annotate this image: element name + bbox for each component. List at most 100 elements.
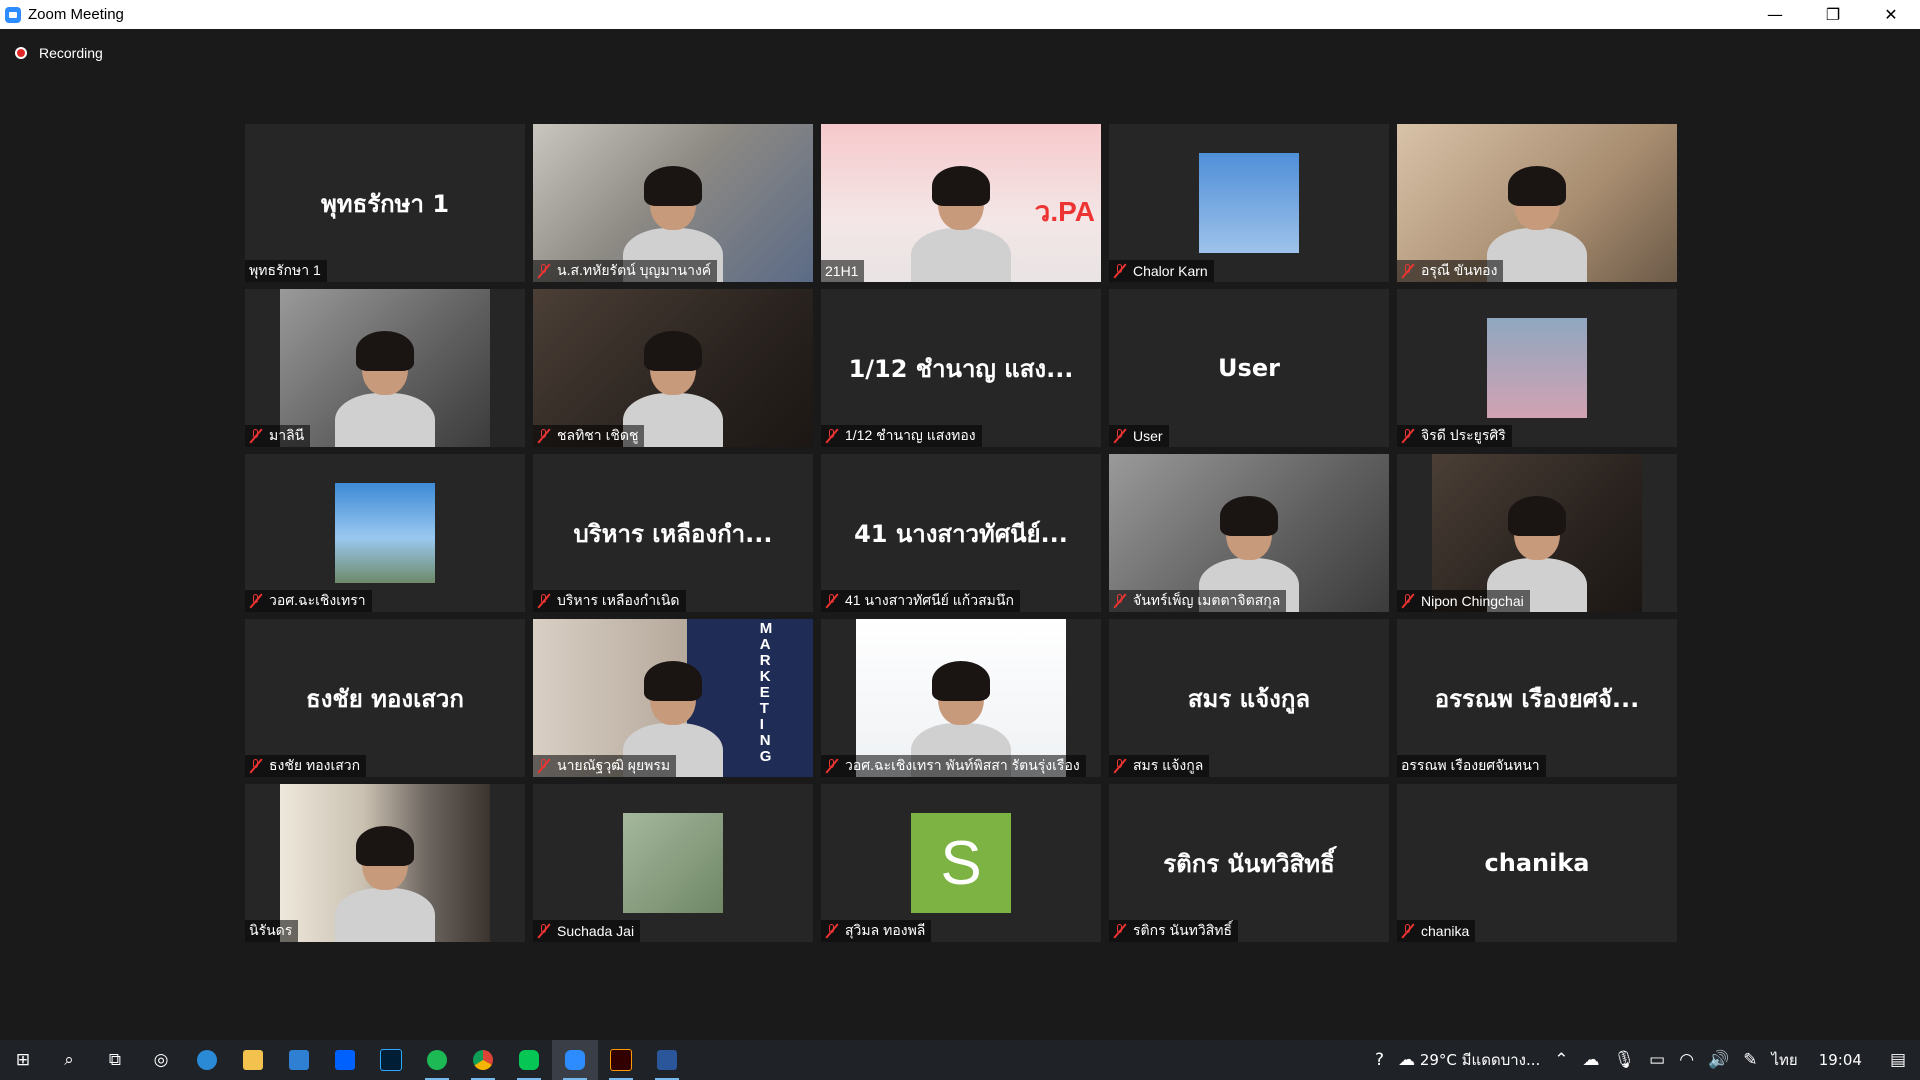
mic-muted-icon — [537, 593, 551, 609]
participant-display-name: 1/12 ชำนาญ แสง... — [848, 354, 1074, 383]
participant-tile[interactable]: มาลินี — [245, 289, 525, 447]
spotify-icon[interactable] — [414, 1040, 460, 1080]
participant-tile[interactable]: chanika chanika — [1397, 784, 1677, 942]
onedrive-icon[interactable]: ☁ — [1576, 1050, 1607, 1070]
participant-tile[interactable]: จันทร์เพ็ญ เมตตาจิตสกุล — [1109, 454, 1389, 612]
participant-name-label: chanika — [1397, 920, 1476, 942]
photoshop-icon[interactable] — [368, 1040, 414, 1080]
cortana-icon[interactable]: ◎ — [138, 1040, 184, 1080]
window-title: Zoom Meeting — [28, 6, 124, 23]
restore-button[interactable]: ❐ — [1804, 0, 1862, 29]
illustrator-icon[interactable] — [598, 1040, 644, 1080]
participant-name: 21H1 — [825, 263, 859, 279]
recording-indicator[interactable]: Recording — [15, 45, 103, 61]
participant-name: พุทธรักษา 1 — [249, 262, 321, 278]
video-feed: M A R K E T I N G — [533, 619, 813, 777]
chevron-up-icon[interactable]: ⌃ — [1547, 1050, 1575, 1070]
clock[interactable]: 19:04 — [1805, 1051, 1876, 1069]
participant-name-label: พุทธรักษา 1 — [245, 260, 327, 282]
mail-icon[interactable] — [276, 1040, 322, 1080]
participant-name-label: 41 นางสาวทัศนีย์ แก้วสมนึก — [821, 590, 1020, 612]
participant-tile[interactable]: ว.PA 21H1 — [821, 124, 1101, 282]
task-view-icon[interactable]: ⧉ — [92, 1040, 138, 1080]
participant-display-name: รติกร นันทวิสิทธิ์ — [1163, 849, 1335, 878]
wifi-icon[interactable]: ◠ — [1672, 1050, 1701, 1070]
participant-tile[interactable]: สมร แจ้งกูล สมร แจ้งกูล — [1109, 619, 1389, 777]
participant-tile[interactable]: M A R K E T I N G นายณัฐวุฒิ ผุยพรม — [533, 619, 813, 777]
window-controls: — ❐ ✕ — [1746, 0, 1920, 29]
file-explorer-icon[interactable] — [230, 1040, 276, 1080]
notification-icon[interactable]: ▤ — [1876, 1050, 1920, 1070]
mic-muted-icon — [825, 593, 839, 609]
word-icon[interactable] — [644, 1040, 690, 1080]
participant-tile[interactable]: User User — [1109, 289, 1389, 447]
help-icon[interactable]: ? — [1368, 1050, 1391, 1070]
participant-name-label: Chalor Karn — [1109, 260, 1214, 282]
participant-tile[interactable]: จิรดี ประยูรศิริ — [1397, 289, 1677, 447]
gallery-view: พุทธรักษา 1 พุทธรักษา 1 น.ส.ทหัยรัตน์ บุญม… — [245, 124, 1677, 944]
participant-name-label: วอศ.ฉะเชิงเทรา พันท์พิสสา รัตนรุ่งเรือง — [821, 755, 1086, 777]
search-icon[interactable]: ⌕ — [46, 1040, 92, 1080]
pen-icon[interactable]: ✎ — [1736, 1050, 1764, 1070]
participant-tile[interactable]: Chalor Karn — [1109, 124, 1389, 282]
participant-name: น.ส.ทหัยรัตน์ บุญมานางค์ — [557, 262, 712, 278]
participant-name-label: สมร แจ้งกูล — [1109, 755, 1210, 777]
participant-name: Chalor Karn — [1133, 263, 1208, 279]
profile-picture — [335, 483, 435, 583]
participant-display-name: chanika — [1484, 849, 1590, 877]
volume-icon[interactable]: 🔊 — [1701, 1050, 1736, 1070]
participant-name-label: Suchada Jai — [533, 920, 641, 942]
windows-start-icon[interactable]: ⊞ — [0, 1040, 46, 1080]
video-feed — [1109, 454, 1389, 612]
participant-tile[interactable]: 41 นางสาวทัศนีย์... 41 นางสาวทัศนีย์ แก้ว… — [821, 454, 1101, 612]
chrome-icon[interactable] — [460, 1040, 506, 1080]
participant-name: วอศ.ฉะเชิงเทรา — [269, 592, 366, 608]
participant-tile[interactable]: ชลทิชา เชิดชู — [533, 289, 813, 447]
mic-muted-icon — [1113, 758, 1127, 774]
participant-tile[interactable]: วอศ.ฉะเชิงเทรา พันท์พิสสา รัตนรุ่งเรือง — [821, 619, 1101, 777]
participant-name: จิรดี ประยูรศิริ — [1421, 427, 1506, 443]
mic-muted-icon — [537, 758, 551, 774]
participant-tile[interactable]: วอศ.ฉะเชิงเทรา — [245, 454, 525, 612]
participant-name-label: Nipon Chingchai — [1397, 590, 1530, 612]
participant-display-name: User — [1218, 354, 1280, 382]
participant-tile[interactable]: อรุณี ขันทอง — [1397, 124, 1677, 282]
participant-tile[interactable]: อรรณพ เรืองยศจั... อรรณพ เรืองยศจันหนา — [1397, 619, 1677, 777]
participant-name: Nipon Chingchai — [1421, 593, 1524, 609]
minimize-button[interactable]: — — [1746, 0, 1804, 29]
participant-display-name: 41 นางสาวทัศนีย์... — [854, 519, 1068, 548]
battery-icon[interactable]: ▭ — [1642, 1050, 1672, 1070]
language-indicator[interactable]: ไทย — [1764, 1048, 1804, 1072]
participant-tile[interactable]: พุทธรักษา 1 พุทธรักษา 1 — [245, 124, 525, 282]
participant-tile[interactable]: ธงชัย ทองเสวก ธงชัย ทองเสวก — [245, 619, 525, 777]
video-feed — [533, 289, 813, 447]
participant-tile[interactable]: น.ส.ทหัยรัตน์ บุญมานางค์ — [533, 124, 813, 282]
participant-name-label: User — [1109, 425, 1169, 447]
close-button[interactable]: ✕ — [1862, 0, 1920, 29]
participant-tile[interactable]: 1/12 ชำนาญ แสง... 1/12 ชำนาญ แสงทอง — [821, 289, 1101, 447]
participant-name-label: ชลทิชา เชิดชู — [533, 425, 645, 447]
participant-name-label: จันทร์เพ็ญ เมตตาจิตสกุล — [1109, 590, 1287, 612]
participant-tile[interactable]: นิรันดร — [245, 784, 525, 942]
participant-name: อรรณพ เรืองยศจันหนา — [1401, 757, 1540, 773]
participant-tile[interactable]: Suchada Jai — [533, 784, 813, 942]
participant-tile[interactable]: Nipon Chingchai — [1397, 454, 1677, 612]
participant-tile[interactable]: S สุวิมล ทองพลี — [821, 784, 1101, 942]
microphone-icon[interactable]: 🎙 — [1607, 1050, 1643, 1070]
mic-muted-icon — [825, 758, 839, 774]
participant-tile[interactable]: รติกร นันทวิสิทธิ์ รติกร นันทวิสิทธิ์ — [1109, 784, 1389, 942]
zoom-taskbar-icon[interactable] — [552, 1040, 598, 1080]
participant-name-label: อรุณี ขันทอง — [1397, 260, 1504, 282]
edge-icon[interactable] — [184, 1040, 230, 1080]
dropbox-icon[interactable] — [322, 1040, 368, 1080]
mic-muted-icon — [1401, 593, 1415, 609]
video-feed: ว.PA — [821, 124, 1101, 282]
weather-widget[interactable]: ☁ 29°C มีแดดบาง... — [1391, 1048, 1547, 1072]
video-feed — [280, 784, 490, 942]
line-icon[interactable] — [506, 1040, 552, 1080]
participant-tile[interactable]: บริหาร เหลืองกำ... บริหาร เหลืองกำเนิด — [533, 454, 813, 612]
participant-display-name: บริหาร เหลืองกำ... — [573, 519, 773, 548]
person-silhouette — [325, 824, 445, 942]
mic-muted-icon — [249, 758, 263, 774]
participant-name-label: ธงชัย ทองเสวก — [245, 755, 367, 777]
